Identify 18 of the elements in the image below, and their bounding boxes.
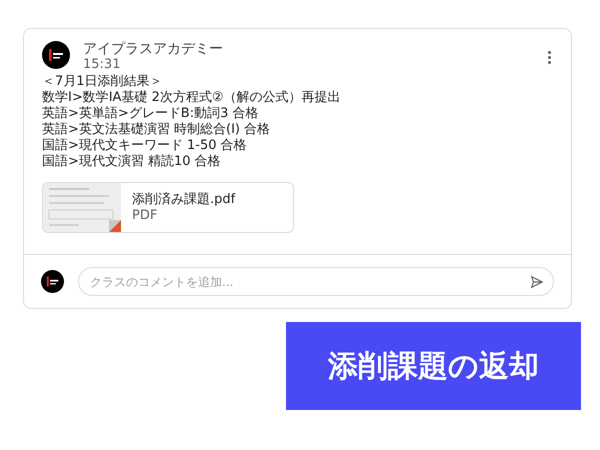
author-name: アイプラスアカデミー <box>83 41 223 57</box>
logo-icon <box>41 270 64 293</box>
post-text-line: 国語>現代文演習 精読10 合格 <box>42 154 222 170</box>
logo-icon <box>42 41 70 69</box>
more-options-icon[interactable] <box>546 49 553 66</box>
post-time: 15:31 <box>83 57 122 73</box>
post-text-line: 国語>現代文キーワード 1-50 合格 <box>42 138 248 154</box>
post-text-line: 英語>英単語>グレードB:動詞3 合格 <box>42 106 260 122</box>
comment-field[interactable]: クラスのコメントを追加... <box>78 267 554 296</box>
banner-title: 添削課題の返却 <box>328 348 539 386</box>
post-text-line: 数学I>数学IA基礎 2次方程式②（解の公式）再提出 <box>42 90 342 106</box>
post-text-line: 英語>英文法基礎演習 時制総合(I) 合格 <box>42 122 272 138</box>
attachment-name: 添削済み課題.pdf <box>132 192 236 208</box>
post-text-line: ＜7月1日添削結果＞ <box>42 74 164 90</box>
send-icon[interactable] <box>530 275 544 289</box>
document-thumbnail-icon <box>43 183 121 232</box>
attachment-type: PDF <box>132 208 158 224</box>
attachment-card[interactable]: 添削済み課題.pdf PDF <box>42 182 294 233</box>
